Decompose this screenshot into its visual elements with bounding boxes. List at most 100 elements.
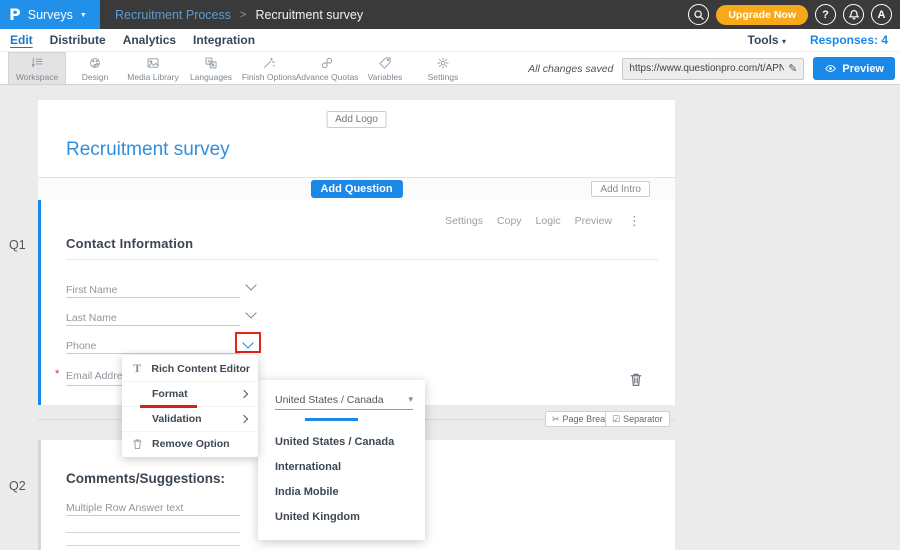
preview-button[interactable]: Preview	[813, 57, 895, 80]
tab-distribute[interactable]: Distribute	[50, 33, 106, 47]
topbar-actions: Upgrade Now ? A	[688, 0, 892, 29]
toolbar-item-label: Media Library	[127, 72, 179, 82]
question-actions: Settings Copy Logic Preview ⋮	[445, 213, 641, 229]
palette-icon	[88, 56, 102, 70]
separator-label: Separator	[623, 414, 663, 424]
product-menu-label: Surveys	[28, 8, 73, 22]
toolbar-item-languages[interactable]: Languages	[182, 52, 240, 85]
help-button[interactable]: ?	[815, 4, 836, 25]
page-break-label: Page Break	[563, 414, 610, 424]
question-1-title[interactable]: Contact Information	[66, 236, 193, 251]
responses-link[interactable]: Responses: 4	[810, 33, 888, 47]
module-nav: Edit Distribute Analytics Integration To…	[0, 29, 900, 52]
contact-field-last-name[interactable]: Last Name	[66, 308, 240, 326]
format-select[interactable]: United States / Canada ▾	[275, 390, 413, 410]
upgrade-now-button[interactable]: Upgrade Now	[716, 5, 808, 25]
survey-url-field[interactable]: https://www.questionpro.com/t/APNrFZ ✎	[622, 58, 804, 80]
preview-button-label: Preview	[842, 63, 884, 75]
question-preview-link[interactable]: Preview	[575, 215, 612, 227]
toolbar-item-workspace[interactable]: Workspace	[8, 52, 66, 85]
add-intro-button[interactable]: Add Intro	[591, 181, 650, 197]
survey-title[interactable]: Recruitment survey	[66, 139, 230, 161]
contact-field-phone[interactable]: Phone	[66, 336, 240, 354]
survey-canvas: Add Logo Recruitment survey Add Question…	[0, 85, 900, 550]
toolbar-item-advance-quotas[interactable]: Advance Quotas	[298, 52, 356, 85]
chevron-down-icon[interactable]	[245, 279, 256, 290]
chevron-right-icon	[240, 415, 248, 423]
separator-button[interactable]: ☑ Separator	[605, 411, 670, 427]
toolbar-item-label: Variables	[368, 72, 403, 82]
more-options-icon[interactable]: ⋮	[628, 213, 641, 229]
breadcrumb: Recruitment Process > Recruitment survey	[115, 8, 363, 22]
nav-right: Tools ▾ Responses: 4	[748, 33, 891, 47]
menu-item-remove-option[interactable]: Remove Option	[122, 431, 258, 456]
toolbar-right: All changes saved https://www.questionpr…	[528, 52, 895, 85]
chevron-down-icon[interactable]	[245, 307, 256, 318]
tab-integration[interactable]: Integration	[193, 33, 255, 47]
multi-row-answer-field[interactable]: Multiple Row Answer text	[66, 498, 240, 516]
scissors-icon: ✂	[552, 414, 560, 425]
eye-icon	[824, 63, 837, 74]
toolbar-item-design[interactable]: Design	[66, 52, 124, 85]
tab-edit[interactable]: Edit	[10, 33, 33, 47]
question-logic-link[interactable]: Logic	[536, 215, 561, 227]
toolbar-item-variables[interactable]: Variables	[356, 52, 414, 85]
caret-down-icon: ▼	[80, 12, 87, 19]
question-2-title[interactable]: Comments/Suggestions:	[66, 471, 225, 486]
translate-icon	[204, 56, 218, 70]
field-label: Phone	[66, 340, 96, 352]
questionpro-survey-editor: P Surveys ▼ Recruitment Process > Recrui…	[0, 0, 900, 550]
caret-down-icon: ▾	[782, 37, 786, 46]
rich-text-icon: T	[130, 361, 144, 376]
question-copy-link[interactable]: Copy	[497, 215, 522, 227]
toolbar-item-finish-options[interactable]: Finish Options	[240, 52, 298, 85]
tools-label: Tools	[748, 33, 779, 47]
add-logo-button[interactable]: Add Logo	[326, 111, 387, 128]
tag-icon	[378, 56, 392, 70]
editor-toolbar: Workspace Design Media Library Languages…	[0, 52, 900, 85]
toolbar-item-label: Languages	[190, 72, 232, 82]
field-label: First Name	[66, 284, 117, 296]
edit-url-icon[interactable]: ✎	[788, 62, 797, 75]
notifications-button[interactable]	[843, 4, 864, 25]
toolbar-item-label: Advance Quotas	[296, 72, 359, 82]
delete-question-button[interactable]	[629, 372, 643, 392]
question-settings-link[interactable]: Settings	[445, 215, 483, 227]
gear-icon	[436, 56, 450, 70]
user-avatar[interactable]: A	[871, 4, 892, 25]
format-option-united-kingdom[interactable]: United Kingdom	[275, 507, 415, 527]
menu-item-rich-content-editor[interactable]: T Rich Content Editor	[122, 356, 258, 381]
menu-item-label: Validation	[152, 413, 202, 425]
toolbar-item-label: Settings	[428, 72, 459, 82]
product-menu[interactable]: P Surveys ▼	[0, 0, 100, 29]
format-option-india-mobile[interactable]: India Mobile	[275, 482, 415, 502]
toolbar-item-media-library[interactable]: Media Library	[124, 52, 182, 85]
menu-item-validation[interactable]: Validation	[122, 406, 258, 431]
toolbar-item-settings[interactable]: Settings	[414, 52, 472, 85]
tools-menu[interactable]: Tools ▾	[748, 33, 786, 47]
format-select-value: United States / Canada	[275, 394, 384, 406]
format-option-us-canada[interactable]: United States / Canada	[275, 432, 415, 452]
phone-format-submenu: United States / Canada ▾ United States /…	[258, 380, 425, 540]
tab-analytics[interactable]: Analytics	[123, 33, 176, 47]
toolbar-item-label: Finish Options	[242, 72, 296, 82]
answer-placeholder: Multiple Row Answer text	[66, 502, 183, 514]
required-asterisk: *	[55, 368, 59, 380]
format-option-international[interactable]: International	[275, 457, 415, 477]
chevron-right-icon	[240, 390, 248, 398]
add-question-strip: Add Question Add Intro	[38, 177, 675, 200]
trash-icon	[130, 438, 145, 450]
question-2-number: Q2	[9, 479, 26, 493]
image-icon	[146, 56, 160, 70]
checkbox-icon: ☑	[612, 414, 620, 425]
search-button[interactable]	[688, 4, 709, 25]
menu-item-label: Rich Content Editor	[151, 363, 250, 375]
add-question-button[interactable]: Add Question	[310, 180, 402, 198]
breadcrumb-folder-link[interactable]: Recruitment Process	[115, 8, 231, 22]
bell-icon	[848, 9, 860, 21]
toolbar-item-label: Design	[82, 72, 108, 82]
menu-item-format[interactable]: Format	[122, 381, 258, 406]
top-bar: P Surveys ▼ Recruitment Process > Recrui…	[0, 0, 900, 29]
contact-field-first-name[interactable]: First Name	[66, 280, 240, 298]
chain-links-icon	[320, 56, 334, 70]
